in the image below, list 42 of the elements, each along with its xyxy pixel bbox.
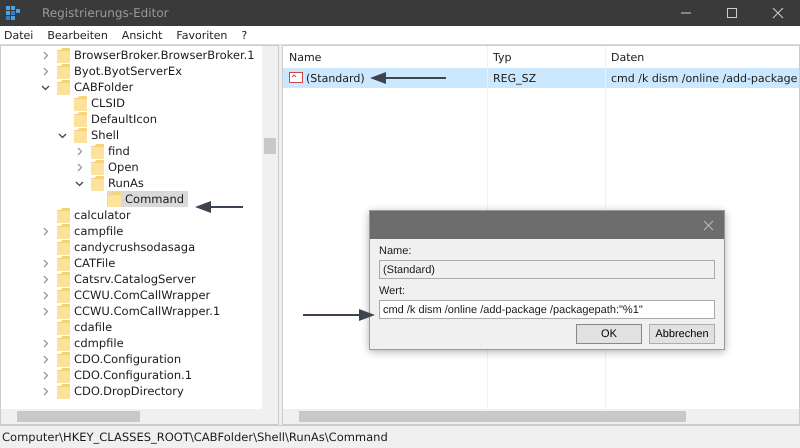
tree-item[interactable]: Shell [73, 127, 124, 143]
table-cell: (Standard) [306, 72, 365, 84]
tree-item[interactable]: Catsrv.CatalogServer [56, 271, 200, 287]
tree-item[interactable]: CCWU.ComCallWrapper [56, 287, 214, 303]
menu-item[interactable]: Bearbeiten [47, 28, 108, 42]
window-title: Registrierungs-Editor [42, 6, 169, 20]
tree-item[interactable]: CATFile [56, 255, 120, 271]
status-bar: Computer\HKEY_CLASSES_ROOT\CABFolder\Shell\RunAs\Command [0, 425, 800, 448]
column-header[interactable]: Daten [605, 50, 799, 64]
tree-item[interactable]: cdmpfile [56, 335, 128, 351]
tree-item[interactable]: campfile [56, 223, 128, 239]
tree-item[interactable]: calculator [56, 207, 135, 223]
menu-item[interactable]: Datei [4, 28, 34, 42]
table-cell-text: REG_SZ [492, 72, 538, 84]
tree-item[interactable]: BrowserBroker.BrowserBroker.1 [56, 47, 259, 63]
tree-item[interactable]: RunAs [90, 175, 148, 191]
tree-item[interactable]: candycrushsodasaga [56, 239, 200, 255]
tree-item[interactable]: Open [90, 159, 143, 175]
column-header[interactable]: Name [283, 50, 487, 64]
column-header[interactable]: Typ [487, 50, 605, 64]
tree-item[interactable]: find [90, 143, 134, 159]
tree-item[interactable]: CDO.Configuration.1 [56, 367, 196, 383]
table-cell-text: cmd /k dism /online /add-package [610, 72, 798, 84]
tree-item[interactable]: Byot.ByotServerEx [56, 63, 186, 79]
menu-item[interactable]: ? [241, 28, 248, 42]
value-row[interactable]: (Standard) REG_SZ cmd /k dism /online /add-package [283, 68, 799, 88]
tree-item[interactable]: CLSID [73, 95, 129, 111]
tree-item[interactable]: Command [107, 191, 188, 207]
tree-item[interactable]: CDO.DropDirectory [56, 383, 188, 399]
menu-item[interactable]: Ansicht [122, 28, 162, 42]
dialog-button[interactable]: OK [576, 324, 642, 344]
menu-item[interactable]: Favoriten [176, 28, 228, 42]
tree-item[interactable]: CCWU.ComCallWrapper.1 [56, 303, 224, 319]
name-field[interactable]: (Standard) [379, 260, 715, 279]
dialog-button[interactable]: Abbrechen [649, 324, 715, 344]
tree-item[interactable]: CDO.Configuration [56, 351, 186, 367]
tree-item[interactable]: DefaultIcon [73, 111, 162, 127]
value-field[interactable]: cmd /k dism /online /add-package /packagepath:"%1" [379, 300, 715, 319]
name-label: Name: [379, 245, 412, 257]
value-label: Wert: [379, 285, 406, 297]
tree-item[interactable]: cdafile [56, 319, 116, 335]
tree-item[interactable]: CABFolder [56, 79, 138, 95]
